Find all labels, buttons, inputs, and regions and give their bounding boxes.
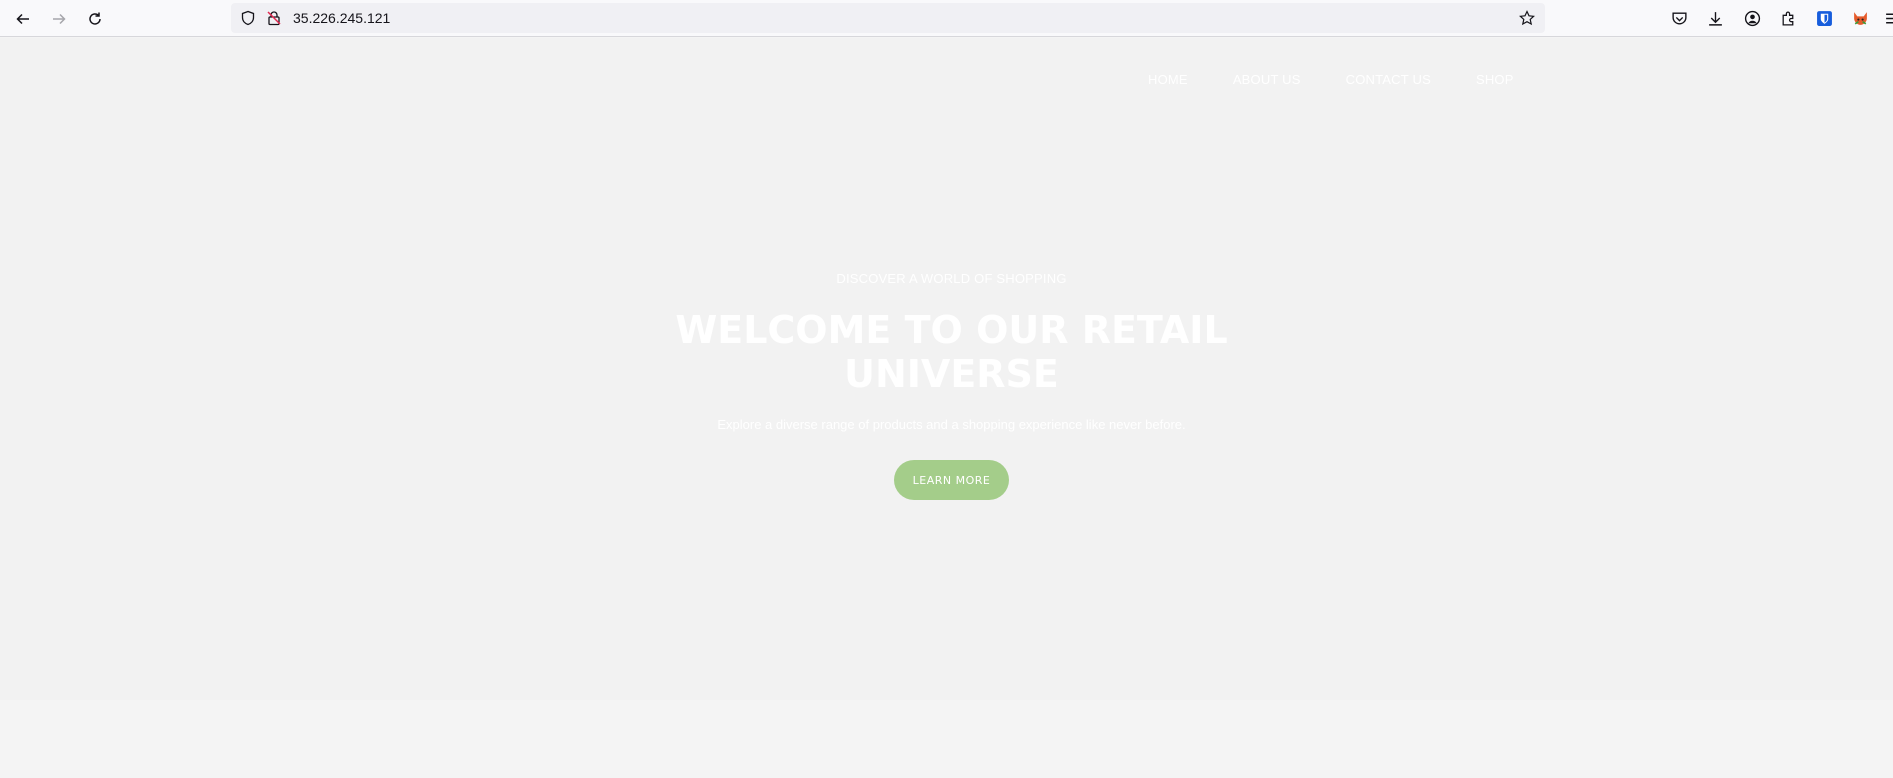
bitwarden-button[interactable] — [1814, 8, 1834, 28]
hero-title-line-2: UNIVERSE — [844, 352, 1059, 396]
hero-section: HOME ABOUT US CONTACT US SHOP DISCOVER A… — [0, 38, 1893, 700]
hero-title: WELCOME TO OUR RETAIL UNIVERSE — [0, 308, 1893, 396]
bitwarden-icon — [1816, 10, 1832, 26]
forward-arrow-icon — [53, 13, 66, 25]
downloads-button[interactable] — [1705, 8, 1725, 28]
pocket-button[interactable] — [1669, 8, 1689, 28]
account-icon — [1744, 10, 1760, 26]
bookmark-star-icon[interactable] — [1519, 10, 1535, 26]
shield-icon[interactable] — [240, 10, 256, 26]
url-text[interactable]: 35.226.245.121 — [293, 10, 390, 26]
site-nav: HOME ABOUT US CONTACT US SHOP — [1148, 72, 1559, 87]
menu-icon — [1885, 13, 1893, 23]
extensions-icon — [1782, 11, 1793, 26]
url-bar[interactable]: 35.226.245.121 — [231, 3, 1545, 33]
account-button[interactable] — [1742, 8, 1762, 28]
fox-extension-button[interactable] — [1850, 8, 1870, 28]
hero-title-line-1: WELCOME TO OUR RETAIL — [675, 308, 1228, 352]
pocket-icon — [1671, 11, 1687, 24]
insecure-lock-icon[interactable] — [266, 10, 282, 26]
page-content-area — [0, 700, 1893, 778]
nav-home[interactable]: HOME — [1148, 72, 1188, 87]
reload-button[interactable] — [81, 5, 109, 33]
browser-toolbar: 35.226.245.121 — [0, 0, 1893, 37]
extension-fox-icon — [1853, 11, 1867, 25]
forward-button[interactable] — [45, 5, 73, 33]
nav-shop[interactable]: SHOP — [1476, 72, 1514, 87]
nav-about-us[interactable]: ABOUT US — [1233, 72, 1301, 87]
hero-description: Explore a diverse range of products and … — [717, 417, 1186, 432]
menu-button[interactable] — [1882, 8, 1893, 28]
back-button[interactable] — [9, 5, 37, 33]
nav-contact-us[interactable]: CONTACT US — [1346, 72, 1431, 87]
back-arrow-icon — [16, 13, 29, 25]
reload-icon — [89, 12, 101, 25]
learn-more-button[interactable]: LEARN MORE — [894, 460, 1009, 500]
extensions-button[interactable] — [1778, 8, 1798, 28]
hero-kicker: DISCOVER A WORLD OF SHOPPING — [836, 271, 1067, 286]
download-icon — [1708, 11, 1722, 26]
